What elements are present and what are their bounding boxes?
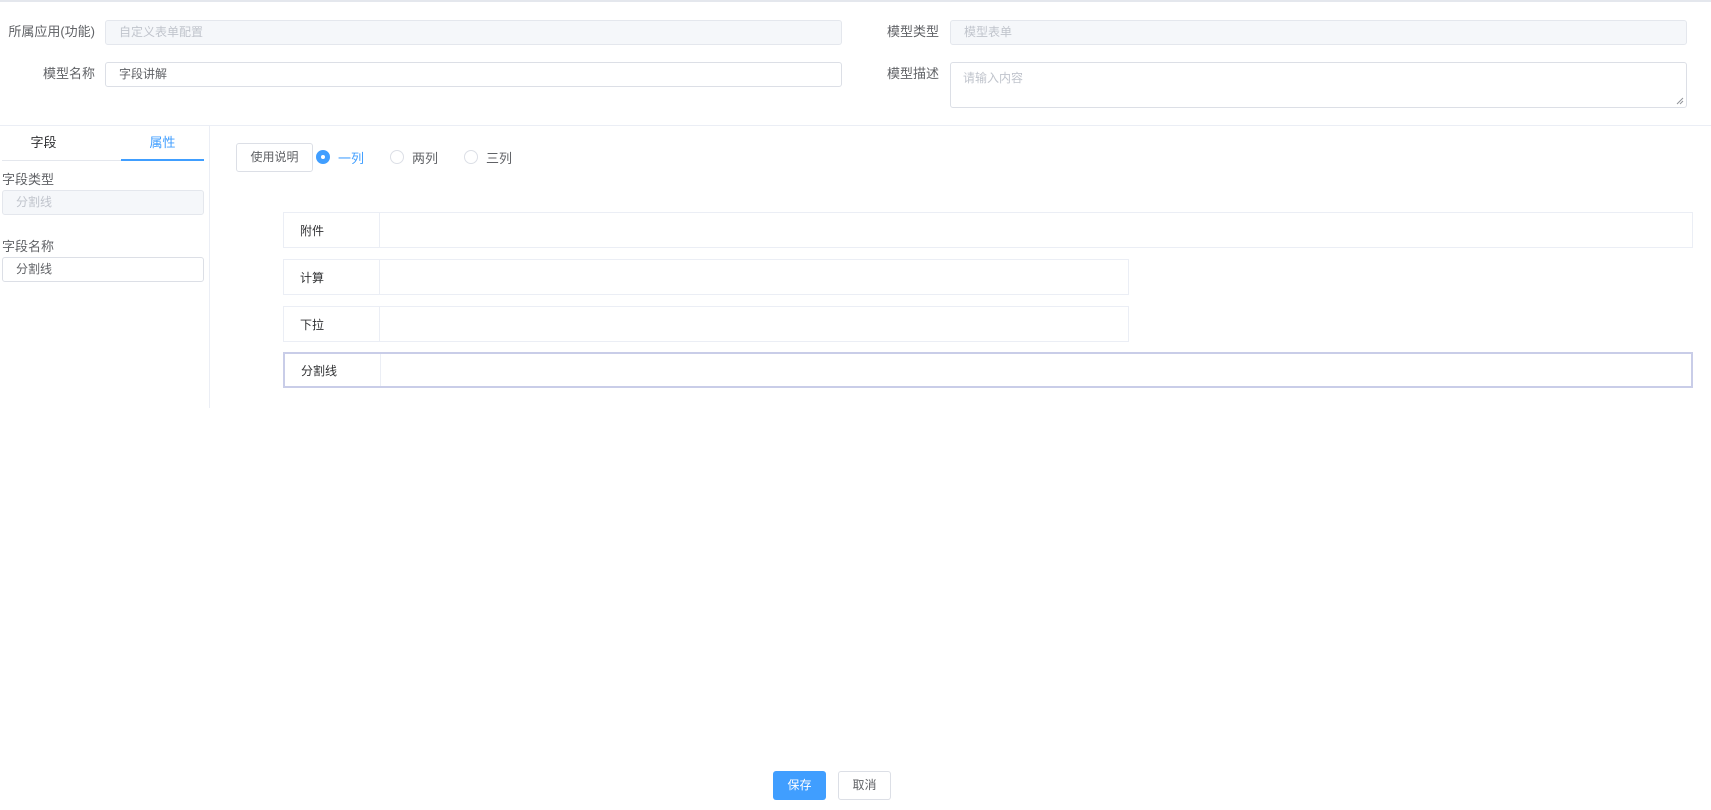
field-name-label: 字段名称 bbox=[2, 239, 55, 254]
field-type-label: 字段类型 bbox=[2, 172, 55, 187]
field-row-calculation[interactable]: 计算 bbox=[283, 259, 1129, 295]
radio-label: 一列 bbox=[338, 150, 365, 166]
save-button[interactable]: 保存 bbox=[773, 771, 826, 800]
field-row-dropdown[interactable]: 下拉 bbox=[283, 306, 1129, 342]
tab-fields[interactable]: 字段 bbox=[2, 133, 85, 161]
radio-unchecked-icon bbox=[390, 150, 404, 164]
radio-label: 两列 bbox=[412, 150, 439, 166]
field-row-label: 计算 bbox=[284, 260, 380, 294]
resize-handle-icon[interactable] bbox=[1676, 97, 1684, 105]
cancel-button[interactable]: 取消 bbox=[838, 771, 891, 800]
radio-label: 三列 bbox=[486, 150, 513, 166]
field-row-label: 分割线 bbox=[285, 354, 381, 386]
field-row-label: 附件 bbox=[284, 213, 380, 247]
model-desc-textarea[interactable]: 请输入内容 bbox=[950, 62, 1687, 108]
model-type-field: 模型表单 bbox=[950, 20, 1687, 45]
field-row-attachment[interactable]: 附件 bbox=[283, 212, 1693, 248]
layout-radio-three-columns[interactable]: 三列 bbox=[464, 148, 512, 166]
active-tab-indicator bbox=[121, 159, 204, 161]
app-label: 所属应用(功能) bbox=[8, 24, 95, 39]
layout-radio-two-columns[interactable]: 两列 bbox=[390, 148, 438, 166]
top-border bbox=[0, 0, 1711, 2]
layout-radio-one-column[interactable]: 一列 bbox=[316, 148, 364, 166]
model-desc-label: 模型描述 bbox=[886, 66, 939, 81]
section-divider bbox=[0, 125, 1711, 126]
field-row-divider[interactable]: 分割线 bbox=[283, 352, 1693, 388]
model-desc-placeholder: 请输入内容 bbox=[963, 71, 1024, 85]
field-row-label: 下拉 bbox=[284, 307, 380, 341]
radio-checked-icon bbox=[316, 150, 330, 164]
app-field: 自定义表单配置 bbox=[105, 20, 842, 45]
tab-properties[interactable]: 属性 bbox=[121, 133, 204, 161]
model-type-label: 模型类型 bbox=[886, 24, 939, 39]
panel-divider bbox=[209, 126, 210, 408]
field-type-field: 分割线 bbox=[2, 190, 204, 215]
model-name-input[interactable]: 字段讲解 bbox=[105, 62, 842, 87]
field-name-input[interactable]: 分割线 bbox=[2, 257, 204, 282]
model-name-label: 模型名称 bbox=[42, 66, 95, 81]
usage-guide-button[interactable]: 使用说明 bbox=[236, 143, 313, 172]
radio-unchecked-icon bbox=[464, 150, 478, 164]
